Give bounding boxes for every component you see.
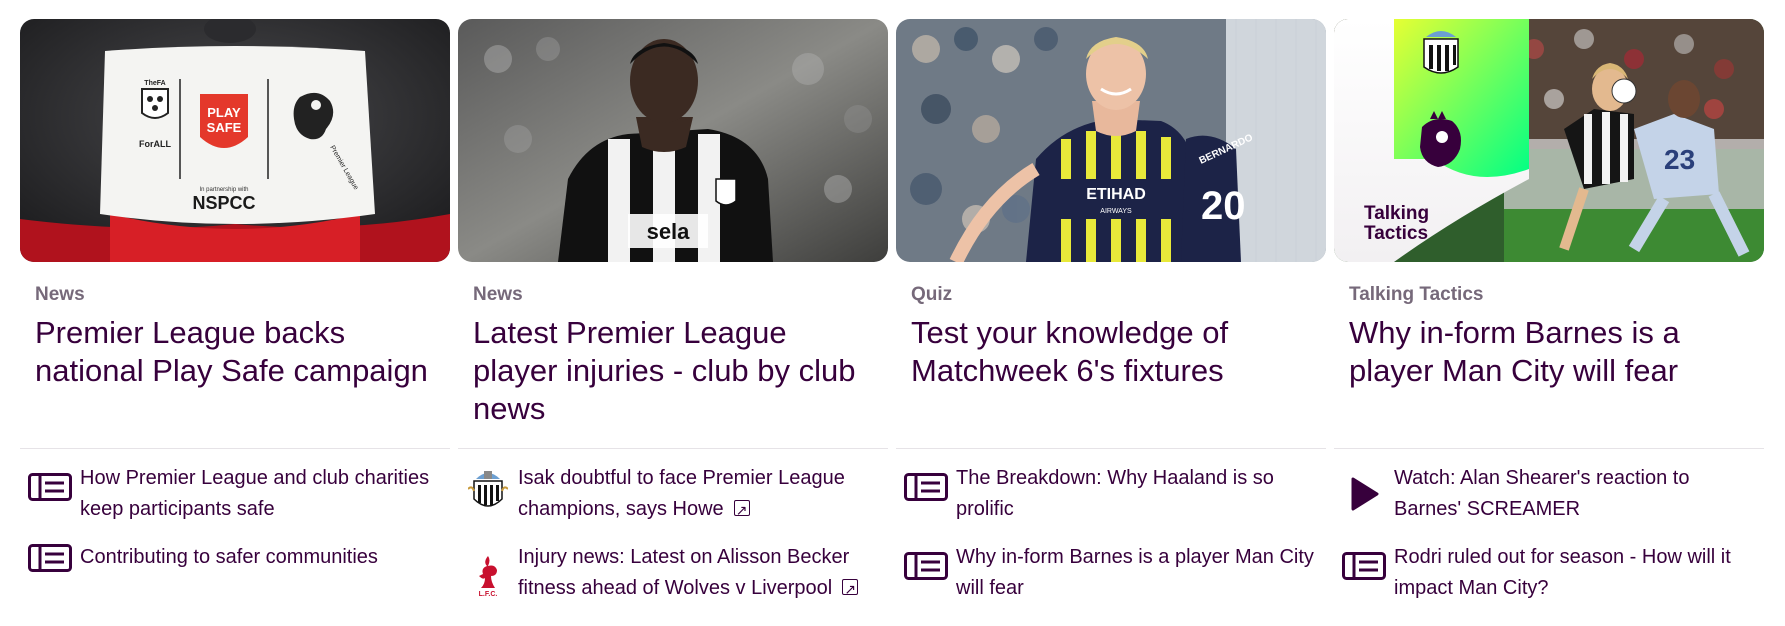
related-links: How Premier League and club charities ke… [20,463,450,573]
related-link-text: Contributing to safer communities [80,546,378,568]
badge-line2: Tactics [1364,223,1428,244]
fa-small-text: TheFA [144,80,165,87]
card-headline[interactable]: Test your knowledge of Matchweek 6's fix… [911,314,1316,428]
related-link[interactable]: Why in-form Barnes is a player Man City … [896,542,1326,604]
play-safe-line2: SAFE [207,120,242,135]
card-category[interactable]: Talking Tactics [1349,284,1764,306]
divider [896,448,1326,449]
news-card[interactable]: sela News Latest Premier League player i… [458,19,888,621]
divider [20,448,450,449]
liverpool-crest-icon: L.F.C. [458,542,518,598]
related-link[interactable]: Isak doubtful to face Premier League cha… [458,463,888,526]
external-link-icon [842,574,859,605]
article-icon [896,463,956,501]
article-icon [20,463,80,501]
related-links: Isak doubtful to face Premier League cha… [458,463,888,605]
card-category[interactable]: News [473,284,888,306]
card-category[interactable]: Quiz [911,284,1326,306]
related-link-text: The Breakdown: Why Haaland is so prolifi… [956,467,1274,520]
sponsor-text: ETIHAD [1086,186,1146,203]
related-links: The Breakdown: Why Haaland is so prolifi… [896,463,1326,604]
nspcc-text: NSPCC [192,193,255,213]
related-link[interactable]: L.F.C. Injury news: Latest on Alisson Be… [458,542,888,605]
related-link-label: Isak doubtful to face Premier League cha… [518,467,845,520]
related-link-text: Rodri ruled out for season - How will it… [1394,546,1731,599]
card-headline[interactable]: Premier League backs national Play Safe … [35,314,440,428]
card-image[interactable]: Talking Tactics 23 [1334,19,1764,262]
related-link[interactable]: Rodri ruled out for season - How will it… [1334,542,1764,604]
play-icon [1334,463,1394,511]
sponsor-text: sela [647,219,691,244]
badge-line1: Talking [1364,203,1429,224]
news-card[interactable]: ETIHAD AIRWAYS BERNARDO 20 Quiz Test you… [896,19,1326,621]
external-link-icon [733,495,750,526]
play-safe-line1: PLAY [207,105,241,120]
related-link[interactable]: Contributing to safer communities [20,542,450,573]
shirt-number: 20 [1201,184,1246,228]
card-image[interactable]: ETIHAD AIRWAYS BERNARDO 20 [896,19,1326,262]
newcastle-crest-icon [458,463,518,513]
card-headline[interactable]: Latest Premier League player injuries - … [473,314,878,428]
related-link-text: Why in-form Barnes is a player Man City … [956,546,1314,599]
card-headline[interactable]: Why in-form Barnes is a player Man City … [1349,314,1754,428]
article-icon [20,542,80,572]
related-link-text: Injury news: Latest on Alisson Becker fi… [518,542,888,605]
shirt-number: 23 [1664,144,1695,175]
related-links: Watch: Alan Shearer's reaction to Barnes… [1334,463,1764,604]
related-link-label: Injury news: Latest on Alisson Becker fi… [518,546,850,599]
article-icon [1334,542,1394,580]
related-link[interactable]: Watch: Alan Shearer's reaction to Barnes… [1334,463,1764,525]
divider [458,448,888,449]
card-category[interactable]: News [35,284,450,306]
sponsor-sub-text: AIRWAYS [1100,208,1132,215]
news-card[interactable]: TheFA ForALL PLAY SAFE Premier League In… [20,19,450,621]
related-link-text: Watch: Alan Shearer's reaction to Barnes… [1394,467,1690,520]
article-icon [896,542,956,580]
fa-for-all-text: ForALL [139,139,171,149]
related-link[interactable]: How Premier League and club charities ke… [20,463,450,525]
card-image[interactable]: sela [458,19,888,262]
related-link-text: How Premier League and club charities ke… [80,467,430,520]
divider [1334,448,1764,449]
related-link-text: Isak doubtful to face Premier League cha… [518,463,888,526]
card-image[interactable]: TheFA ForALL PLAY SAFE Premier League In… [20,19,450,262]
svg-text:L.F.C.: L.F.C. [479,591,498,598]
news-card-grid: TheFA ForALL PLAY SAFE Premier League In… [20,19,1764,621]
related-link[interactable]: The Breakdown: Why Haaland is so prolifi… [896,463,1326,525]
news-card[interactable]: Talking Tactics 23 Talking Tactics Why i… [1334,19,1764,621]
